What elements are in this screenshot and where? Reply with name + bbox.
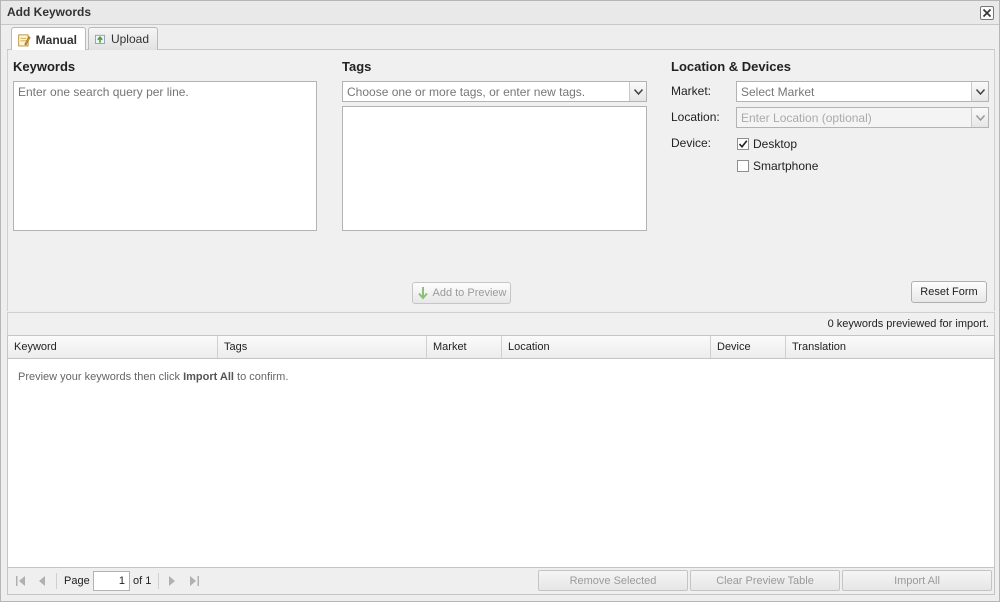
- prev-page-button[interactable]: [35, 574, 49, 588]
- chevron-down-icon: [633, 88, 643, 95]
- remove-selected-button[interactable]: Remove Selected: [538, 570, 688, 591]
- page-label: Page: [64, 575, 90, 587]
- last-page-button[interactable]: [187, 574, 201, 588]
- desktop-checkbox[interactable]: [737, 138, 749, 150]
- pager-separator: [56, 573, 57, 589]
- desktop-label[interactable]: Desktop: [753, 137, 797, 151]
- market-placeholder: Select Market: [741, 85, 815, 99]
- chevron-down-icon: [975, 114, 985, 121]
- preview-grid: Keyword Tags Market Location Device Tran…: [7, 335, 995, 568]
- checkmark-icon: [738, 140, 748, 149]
- add-to-preview-label: Add to Preview: [432, 287, 507, 299]
- add-keywords-dialog: Add Keywords Manual Upload Keywords Ente…: [0, 0, 1000, 602]
- close-icon: [982, 8, 992, 18]
- keywords-heading: Keywords: [13, 59, 76, 74]
- location-select[interactable]: Enter Location (optional): [736, 107, 989, 128]
- smartphone-label[interactable]: Smartphone: [753, 159, 818, 173]
- tags-heading: Tags: [342, 59, 372, 74]
- preview-count-text: 0 keywords previewed for import.: [827, 318, 989, 330]
- pencil-note-icon: [18, 33, 31, 46]
- clear-preview-table-button[interactable]: Clear Preview Table: [690, 570, 840, 591]
- close-button[interactable]: [980, 6, 994, 20]
- preview-status-bar: 0 keywords previewed for import.: [7, 312, 995, 335]
- column-translation[interactable]: Translation: [786, 336, 994, 358]
- title-bar: Add Keywords: [1, 1, 999, 25]
- market-select[interactable]: Select Market: [736, 81, 989, 102]
- first-page-icon: [16, 576, 25, 586]
- next-page-icon: [169, 576, 175, 586]
- device-label: Device:: [671, 136, 712, 150]
- chevron-down-icon: [975, 88, 985, 95]
- location-devices-heading: Location & Devices: [671, 59, 791, 74]
- tab-manual-label: Manual: [35, 32, 77, 47]
- smartphone-checkbox[interactable]: [737, 160, 749, 172]
- empty-msg-bold: Import All: [183, 371, 234, 383]
- prev-page-icon: [39, 576, 45, 586]
- next-page-button[interactable]: [165, 574, 179, 588]
- first-page-button[interactable]: [14, 574, 28, 588]
- page-count: of 1: [133, 575, 152, 587]
- add-to-preview-button[interactable]: Add to Preview: [412, 282, 511, 304]
- last-page-icon: [190, 576, 199, 586]
- tags-combo[interactable]: Choose one or more tags, or enter new ta…: [342, 81, 647, 102]
- reset-form-button[interactable]: Reset Form: [911, 281, 987, 303]
- location-dropdown-trigger[interactable]: [971, 108, 988, 127]
- tab-upload-label: Upload: [110, 32, 149, 46]
- tab-strip: Manual Upload: [7, 26, 995, 51]
- location-placeholder: Enter Location (optional): [741, 111, 872, 125]
- column-keyword[interactable]: Keyword: [8, 336, 218, 358]
- paging-toolbar: Page of 1 Remove Selected Clear Preview …: [7, 568, 995, 595]
- tags-combo-placeholder: Choose one or more tags, or enter new ta…: [347, 85, 586, 99]
- upload-icon: [95, 34, 105, 44]
- grid-header: Keyword Tags Market Location Device Tran…: [8, 336, 994, 359]
- import-all-button[interactable]: Import All: [842, 570, 992, 591]
- column-location[interactable]: Location: [502, 336, 711, 358]
- location-label: Location:: [671, 110, 720, 124]
- tags-dropdown-trigger[interactable]: [629, 82, 646, 101]
- empty-msg-prefix: Preview your keywords then click: [18, 371, 184, 383]
- pager-separator: [158, 573, 159, 589]
- page-number-input[interactable]: [93, 571, 130, 591]
- market-dropdown-trigger[interactable]: [971, 82, 988, 101]
- dialog-title: Add Keywords: [7, 5, 92, 19]
- reset-form-label: Reset Form: [920, 286, 978, 298]
- tab-upload[interactable]: Upload: [88, 27, 158, 50]
- empty-grid-message: Preview your keywords then click Import …: [18, 371, 288, 383]
- arrow-down-icon: [417, 287, 428, 300]
- empty-msg-suffix: to confirm.: [234, 371, 289, 383]
- column-tags[interactable]: Tags: [218, 336, 427, 358]
- keywords-textarea[interactable]: [13, 81, 317, 231]
- manual-form-panel: Keywords Tags Choose one or more tags, o…: [7, 50, 995, 311]
- tab-manual[interactable]: Manual: [11, 27, 86, 51]
- column-device[interactable]: Device: [711, 336, 786, 358]
- market-label: Market:: [671, 84, 712, 98]
- tags-list-box[interactable]: [342, 106, 647, 231]
- column-market[interactable]: Market: [427, 336, 502, 358]
